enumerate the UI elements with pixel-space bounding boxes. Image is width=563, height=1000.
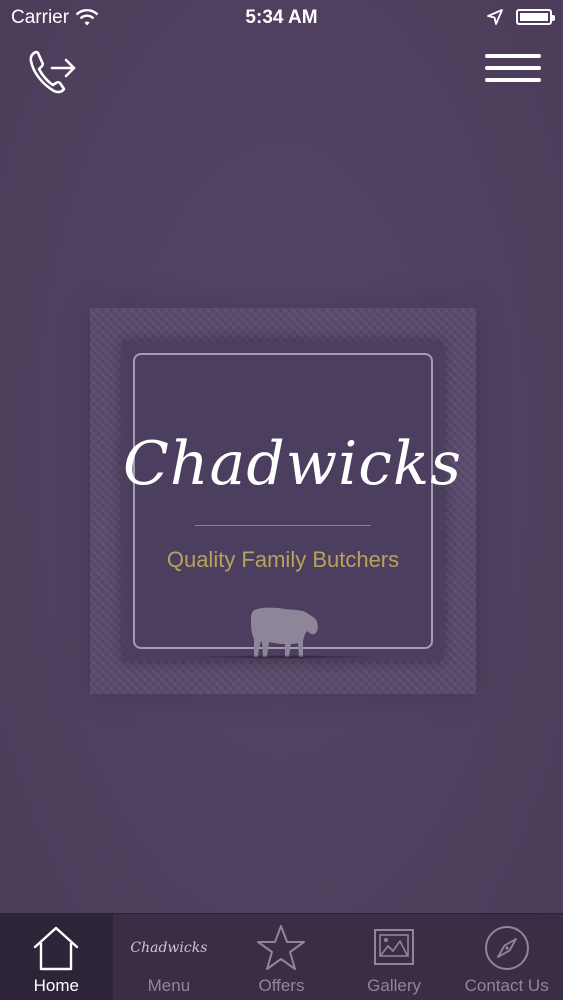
cow-icon: [251, 607, 318, 657]
menu-line-top: [485, 54, 541, 58]
tab-home-label: Home: [33, 976, 79, 995]
tab-bar: Home Chadwicks Menu Offers Gallery Conta…: [0, 913, 563, 1000]
brand-name: Chadwicks: [123, 429, 463, 499]
home-icon: [34, 926, 79, 971]
status-time: 5:34 AM: [245, 7, 318, 28]
app-screen: Carrier 5:34 AM Chadwicks Quality Family…: [0, 0, 563, 1000]
tab-gallery[interactable]: Gallery: [338, 914, 451, 1000]
star-icon: [257, 925, 306, 970]
battery-icon: [516, 9, 555, 25]
tab-contact[interactable]: Contact Us: [450, 914, 563, 1000]
hamburger-menu-icon[interactable]: [485, 54, 541, 90]
call-button[interactable]: [26, 46, 80, 100]
menu-line-bottom: [485, 78, 541, 82]
logo-tile: Chadwicks Quality Family Butchers: [90, 308, 476, 694]
tab-menu-label: Menu: [147, 976, 191, 995]
status-right: [486, 8, 555, 26]
menu-line-middle: [485, 66, 541, 70]
tab-offers-icon-wrap: [256, 922, 306, 974]
phone-arrow-icon: [29, 50, 76, 94]
tab-contact-label: Contact Us: [464, 976, 549, 995]
cow-shadow: [183, 655, 383, 659]
tab-menu-icon-wrap: Chadwicks: [130, 922, 207, 974]
status-bar: Carrier 5:34 AM: [0, 0, 563, 38]
tab-contact-icon-wrap: [483, 922, 531, 974]
compass-icon: [484, 926, 529, 970]
tagline: Quality Family Butchers: [166, 547, 400, 572]
tab-gallery-icon-wrap: [373, 922, 415, 974]
gallery-icon: [374, 929, 415, 965]
tab-menu[interactable]: Chadwicks Menu: [113, 914, 226, 1000]
tab-offers-label: Offers: [258, 976, 305, 995]
tab-offers[interactable]: Offers: [225, 914, 338, 1000]
tab-gallery-label: Gallery: [367, 976, 421, 995]
tab-home[interactable]: Home: [0, 914, 113, 1000]
tab-home-icon-wrap: [31, 922, 81, 974]
location-arrow-icon: [487, 9, 503, 25]
menu-logo-icon: Chadwicks: [130, 940, 208, 956]
brand-divider: [195, 525, 371, 526]
logo-panel: Chadwicks Quality Family Butchers: [123, 341, 463, 661]
